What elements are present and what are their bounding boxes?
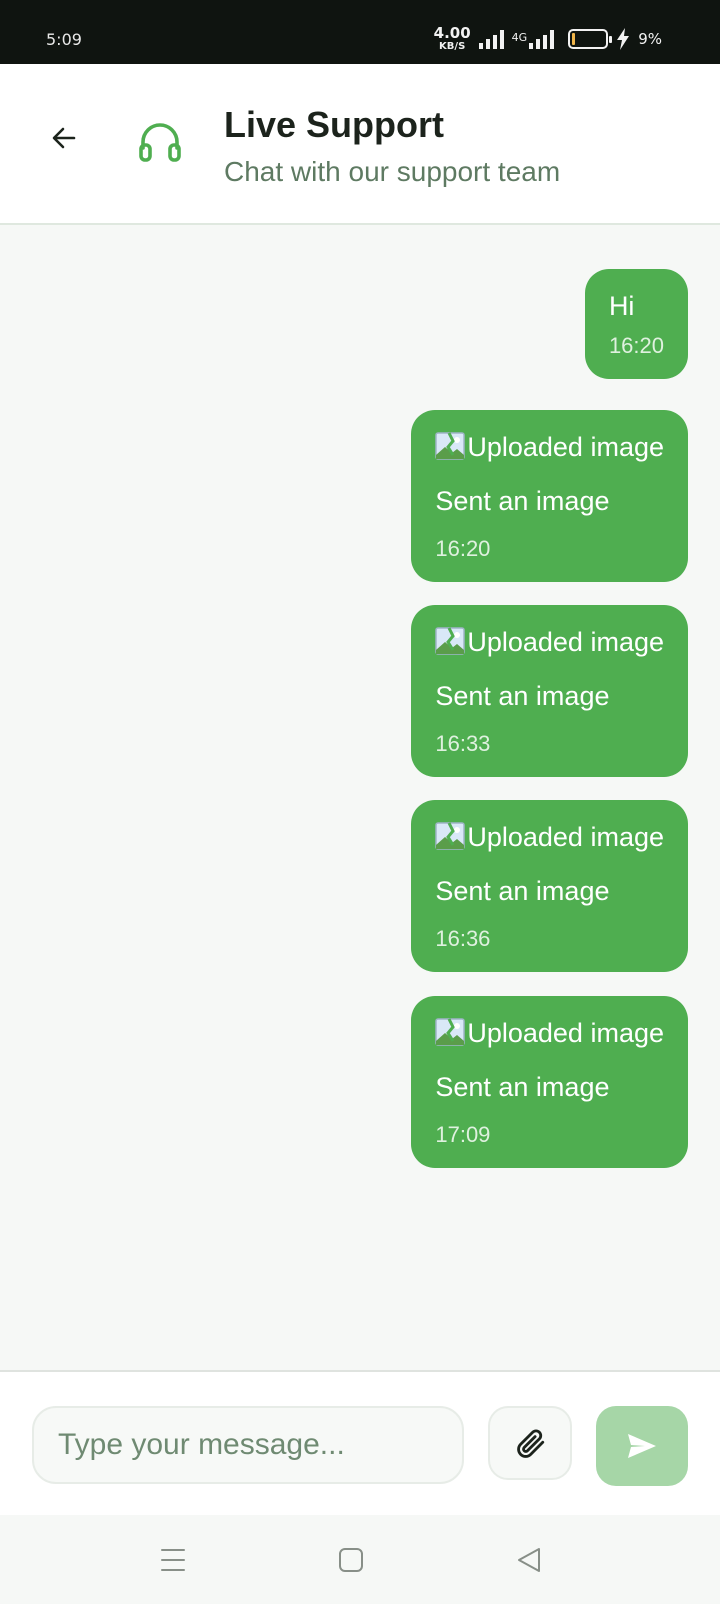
image-alt-text: Uploaded image	[467, 822, 664, 852]
home-icon	[339, 1548, 363, 1572]
home-button[interactable]	[326, 1535, 376, 1585]
battery-percent: 9%	[638, 30, 662, 48]
network-type-label: 4G	[511, 31, 528, 44]
status-icons: 4.00 KB/S 4G 9%	[434, 24, 662, 54]
recent-apps-button[interactable]	[148, 1535, 198, 1585]
headset-icon	[139, 123, 181, 162]
broken-image-icon	[435, 1018, 466, 1046]
battery-icon	[568, 29, 613, 49]
message-time: 17:09	[435, 1122, 491, 1147]
message-bubble[interactable]: Hi 16:20	[584, 269, 688, 379]
page-title: Live Support	[224, 104, 445, 145]
image-alt-text: Uploaded image	[467, 627, 664, 657]
image-message-bubble[interactable]: Uploaded image Sent an image 16:36	[411, 800, 688, 972]
message-time: 16:33	[435, 731, 491, 756]
network-speed-unit: KB/S	[439, 41, 466, 52]
message-composer	[0, 1370, 720, 1515]
uploaded-image[interactable]: Uploaded image	[435, 1016, 664, 1050]
network-speed-value: 4.00	[433, 24, 471, 42]
chat-header: Live Support Chat with our support team	[0, 64, 720, 225]
status-bar: 5:09 4.00 KB/S 4G 9%	[0, 0, 720, 64]
image-message-bubble[interactable]: Uploaded image Sent an image 16:20	[411, 410, 688, 582]
arrow-left-icon	[52, 127, 76, 149]
image-alt-text: Uploaded image	[467, 432, 664, 462]
uploaded-image[interactable]: Uploaded image	[435, 625, 664, 659]
battery-level	[572, 33, 576, 45]
page-subtitle: Chat with our support team	[224, 156, 561, 187]
image-message-bubble[interactable]: Uploaded image Sent an image 17:09	[411, 996, 688, 1168]
message-text: Hi	[608, 291, 635, 321]
attach-button[interactable]	[488, 1406, 572, 1480]
network-speed: 4.00 KB/S	[434, 26, 471, 52]
send-icon	[628, 1434, 656, 1458]
send-button[interactable]	[596, 1406, 688, 1486]
message-list[interactable]: Hi 16:20 Uploaded image Sent an image 16…	[0, 225, 720, 1370]
image-message-bubble[interactable]: Uploaded image Sent an image 16:33	[411, 605, 688, 777]
system-back-button[interactable]	[504, 1535, 554, 1585]
charging-icon	[617, 28, 630, 50]
status-time: 5:09	[46, 30, 82, 49]
broken-image-icon	[435, 432, 466, 460]
back-triangle-icon	[518, 1548, 540, 1572]
message-text: Sent an image	[435, 876, 610, 906]
message-text: Sent an image	[435, 681, 610, 711]
broken-image-icon	[435, 627, 466, 655]
message-time: 16:20	[435, 536, 491, 561]
broken-image-icon	[435, 822, 466, 850]
signal-icon	[478, 29, 504, 49]
uploaded-image[interactable]: Uploaded image	[435, 820, 664, 854]
signal-4g-icon: 4G	[512, 29, 555, 49]
image-alt-text: Uploaded image	[467, 1018, 664, 1048]
message-text: Sent an image	[435, 486, 610, 516]
message-input[interactable]	[32, 1406, 464, 1484]
back-button[interactable]	[42, 116, 86, 160]
paperclip-icon	[517, 1429, 545, 1458]
message-time: 16:36	[435, 926, 491, 951]
message-time: 16:20	[608, 333, 664, 358]
message-text: Sent an image	[435, 1072, 610, 1102]
uploaded-image[interactable]: Uploaded image	[435, 430, 664, 464]
system-nav-bar	[0, 1515, 720, 1604]
menu-icon	[161, 1549, 185, 1571]
